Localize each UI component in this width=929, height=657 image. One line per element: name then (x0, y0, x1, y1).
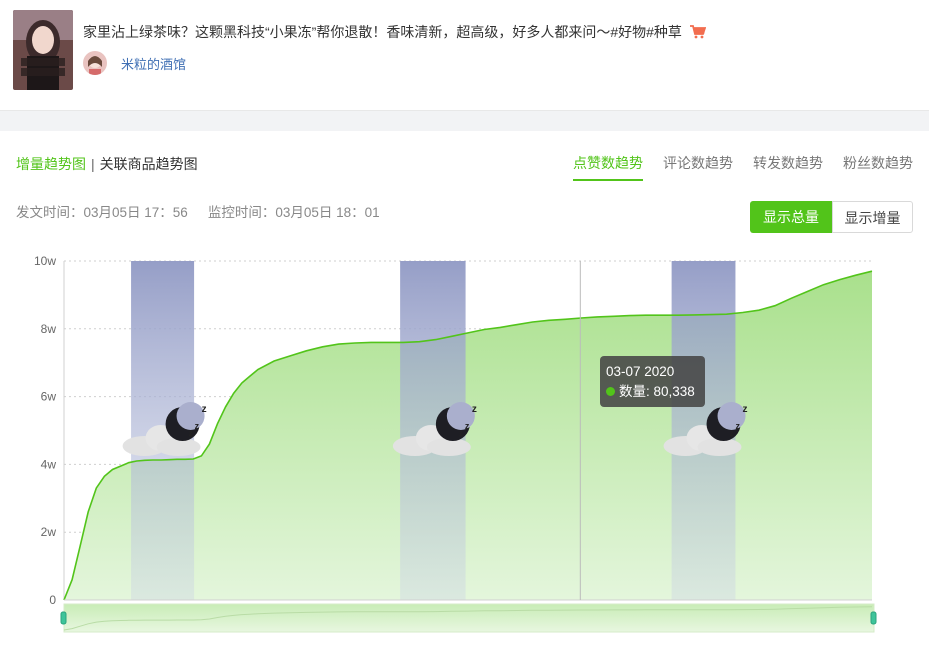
zoom-slider-track (63, 603, 875, 633)
svg-text:z: z (202, 404, 207, 415)
y-tick-label: 4w (41, 457, 57, 471)
y-tick-label: 2w (41, 525, 57, 539)
zoom-handle-right[interactable] (870, 611, 877, 625)
svg-text:z: z (189, 429, 193, 438)
series-dot (606, 387, 615, 396)
likes-trend-chart[interactable]: 02w4w6w8w10wzzzzzzzzz (0, 0, 929, 657)
svg-text:z: z (743, 404, 748, 415)
y-tick-label: 0 (49, 593, 56, 607)
chart-tooltip: 03-07 2020 数量: 80,338 (600, 356, 705, 407)
y-tick-label: 6w (41, 390, 57, 404)
tooltip-date: 03-07 2020 (606, 364, 675, 379)
svg-text:z: z (730, 429, 734, 438)
svg-text:z: z (472, 404, 477, 415)
tooltip-value: 数量: 80,338 (619, 384, 695, 399)
svg-text:z: z (736, 421, 741, 431)
zoom-handle-left[interactable] (60, 611, 67, 625)
y-tick-label: 10w (34, 254, 56, 268)
svg-text:z: z (195, 421, 200, 431)
y-tick-label: 8w (41, 322, 57, 336)
svg-text:z: z (459, 429, 463, 438)
svg-text:z: z (465, 421, 470, 431)
